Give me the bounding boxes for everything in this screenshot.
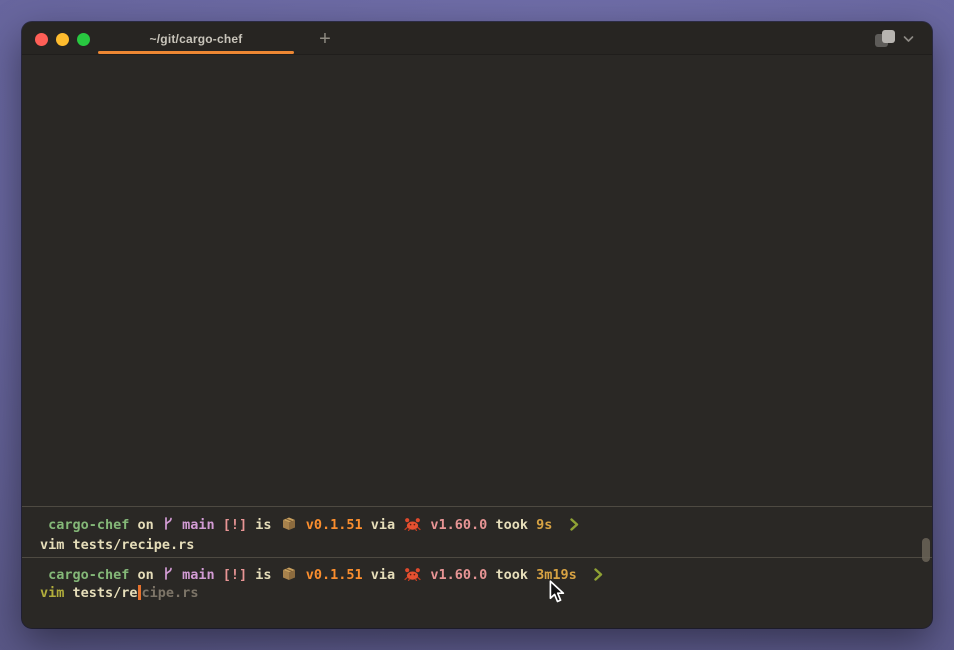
prompt-segment: main <box>174 567 215 583</box>
zoom-button[interactable] <box>77 33 90 46</box>
profile-panes-icon[interactable] <box>875 30 897 47</box>
new-tab-button[interactable]: + <box>308 22 342 55</box>
prompt-segment <box>40 517 48 533</box>
prompt-segment: tests/re <box>64 585 137 601</box>
package-icon <box>281 566 297 581</box>
prompt-segment: cipe.rs <box>142 585 199 601</box>
git-branch-icon <box>163 566 173 581</box>
text-cursor <box>138 585 141 600</box>
prompt-segment: vim tests/recipe.rs <box>40 537 194 553</box>
prompt-segment: took <box>487 517 536 533</box>
prompt-segment: v0.1.51 <box>298 517 363 533</box>
prompt-arrow-icon <box>594 568 603 581</box>
package-icon <box>281 516 297 531</box>
prompt-segment: v0.1.51 <box>298 567 363 583</box>
traffic-lights <box>35 33 90 46</box>
tab-cargo-chef[interactable]: ~/git/cargo-chef <box>98 22 294 55</box>
prompt-line: cargo-chef on main [!] is v0.1.51 via v1… <box>22 566 932 585</box>
prompt-arrow-icon <box>570 518 579 531</box>
tab-title: ~/git/cargo-chef <box>150 32 243 46</box>
minimize-button[interactable] <box>56 33 69 46</box>
git-branch-icon <box>163 516 173 531</box>
prompt-segment: 9s <box>536 517 552 533</box>
tab-bar: ~/git/cargo-chef + <box>22 22 932 55</box>
prompt-segment: v1.60.0 <box>422 517 487 533</box>
prompt-segment <box>40 567 48 583</box>
prompt-segment: [!] <box>215 567 248 583</box>
close-button[interactable] <box>35 33 48 46</box>
prompt-segment: is <box>247 567 280 583</box>
mouse-cursor <box>548 580 566 604</box>
command-divider <box>22 506 932 507</box>
prompt-segment <box>552 517 568 533</box>
prompt-segment: is <box>247 517 280 533</box>
prompt-segment: via <box>363 517 404 533</box>
prompt-segment: cargo-chef <box>48 567 129 583</box>
prompt-segment: on <box>129 567 162 583</box>
prompt-segment: on <box>129 517 162 533</box>
prompt-segment: main <box>174 517 215 533</box>
prompt-segment: took <box>487 567 536 583</box>
command-line: vim tests/recipe.rs <box>22 536 932 555</box>
chevron-down-icon[interactable] <box>903 35 914 43</box>
terminal-window: ~/git/cargo-chef + cargo-chef on main [!… <box>22 22 932 628</box>
crab-icon <box>404 517 421 531</box>
prompt-segment: cargo-chef <box>48 517 129 533</box>
prompt-segment: v1.60.0 <box>422 567 487 583</box>
crab-icon <box>404 567 421 581</box>
scrollbar-thumb[interactable] <box>922 538 930 562</box>
prompt-line: cargo-chef on main [!] is v0.1.51 via v1… <box>22 516 932 535</box>
prompt-segment: vim <box>40 585 64 601</box>
prompt-segment <box>577 567 593 583</box>
command-input-line: vim tests/re cipe.rs <box>22 584 932 603</box>
command-divider <box>22 557 932 558</box>
prompt-segment: [!] <box>215 517 248 533</box>
terminal-viewport[interactable]: cargo-chef on main [!] is v0.1.51 via v1… <box>22 56 932 628</box>
active-tab-indicator <box>98 51 294 54</box>
prompt-segment: via <box>363 567 404 583</box>
